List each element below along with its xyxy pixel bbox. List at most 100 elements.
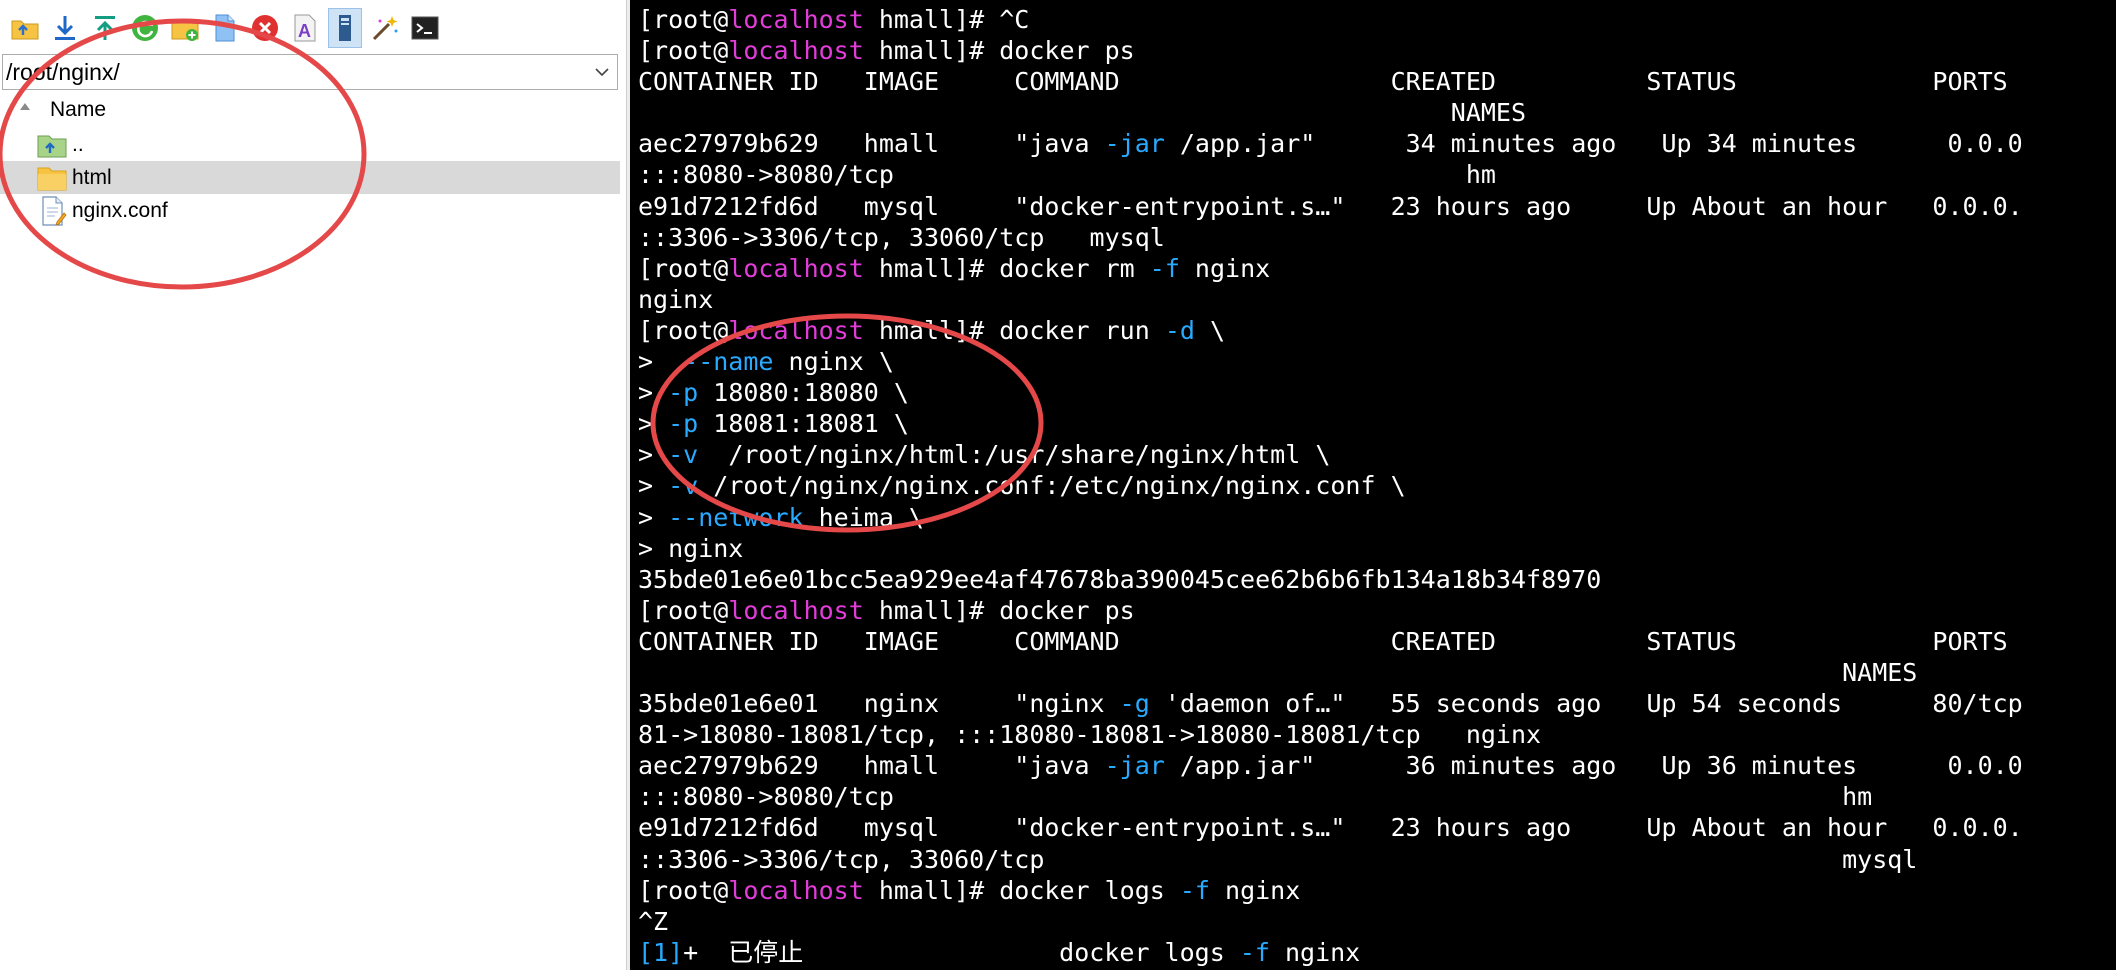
command-option: --network	[668, 502, 804, 532]
terminal-text: >	[638, 378, 669, 408]
refresh-icon	[130, 13, 160, 43]
terminal-line: [root@localhost hmall]# docker ps	[638, 595, 2023, 626]
terminal-window[interactable]: [root@localhost hmall]# ^C [root@localhos…	[630, 0, 2116, 970]
rename-button[interactable]: A	[288, 8, 322, 48]
new-file-icon	[210, 13, 240, 43]
terminal-text: :::8080->8080/tcp hm	[638, 782, 1873, 812]
terminal-text: hmall]# docker ps	[863, 595, 1135, 625]
terminal-text: hmall]# docker run	[863, 315, 1165, 345]
terminal-text: ::3306->3306/tcp, 33060/tcp mysql	[638, 222, 1165, 252]
terminal-text: [root@	[638, 253, 729, 283]
terminal-text: e91d7212fd6d mysql "docker-entrypoint.s……	[638, 191, 2023, 221]
delete-button[interactable]	[248, 8, 282, 48]
file-row[interactable]: nginx.conf	[0, 194, 620, 227]
terminal-line: [root@localhost hmall]# docker logs -f n…	[638, 875, 2023, 906]
path-combobox[interactable]: /root/nginx/	[2, 54, 618, 90]
command-option: -v	[668, 471, 699, 501]
terminal-text: NAMES	[638, 657, 1918, 687]
terminal-line: NAMES	[638, 657, 2023, 688]
terminal-text: 18081:18081 \	[698, 409, 909, 439]
text-file-icon	[36, 196, 68, 226]
terminal-text: 'daemon of…" 55 seconds ago Up 54 second…	[1149, 689, 2023, 719]
terminal-text: \	[1194, 315, 1226, 345]
terminal-text: NAMES	[638, 98, 1527, 128]
download-button[interactable]	[48, 8, 82, 48]
terminal-text: aec27979b629 hmall "java	[638, 751, 1105, 781]
terminal-line: ^Z	[638, 906, 2023, 937]
magic-wand-button[interactable]	[368, 8, 402, 48]
terminal-text: [root@	[638, 36, 729, 66]
terminal-text: 35bde01e6e01 nginx "nginx	[638, 689, 1120, 719]
terminal-line: > nginx	[638, 533, 2023, 564]
new-file-button[interactable]	[208, 8, 242, 48]
terminal-output: [root@localhost hmall]# ^C [root@localhos…	[638, 4, 2023, 968]
terminal-line: :::8080->8080/tcp hm	[638, 781, 2023, 812]
terminal-text: nginx	[1269, 937, 1361, 967]
terminal-text: > nginx	[638, 533, 744, 563]
new-folder-button[interactable]	[168, 8, 202, 48]
terminal-text: >	[638, 471, 669, 501]
terminal-line: :::8080->8080/tcp hm	[638, 159, 2023, 190]
properties-button[interactable]	[328, 8, 362, 48]
folder-up-icon	[10, 13, 40, 43]
terminal-line: [root@localhost hmall]# docker run -d \	[638, 315, 2023, 346]
command-option: -f	[1239, 937, 1270, 967]
prompt-hostname: localhost	[728, 253, 864, 283]
terminal-text: /root/nginx/nginx.conf:/etc/nginx/nginx.…	[698, 471, 1406, 501]
prompt-hostname: localhost	[728, 595, 864, 625]
terminal-line: CONTAINER ID IMAGE COMMAND CREATED STATU…	[638, 626, 2023, 657]
terminal-line: aec27979b629 hmall "java -jar /app.jar" …	[638, 750, 2023, 781]
terminal-text: ::3306->3306/tcp, 33060/tcp mysql	[638, 844, 1918, 874]
file-browser-panel: A /root/nginx/ Name .. html nginx.conf	[0, 0, 626, 970]
file-row[interactable]: ..	[0, 128, 620, 161]
terminal-line: aec27979b629 hmall "java -jar /app.jar" …	[638, 128, 2023, 159]
terminal-line: NAMES	[638, 97, 2023, 128]
terminal-text: >	[638, 502, 669, 532]
terminal-line: [root@localhost hmall]# ^C	[638, 4, 2023, 35]
file-name: html	[72, 165, 112, 189]
command-option: -g	[1119, 689, 1150, 719]
terminal-line: 81->18080-18081/tcp, :::18080-18081->180…	[638, 719, 2023, 750]
terminal-line: > -v /root/nginx/html:/usr/share/nginx/h…	[638, 439, 2023, 470]
terminal-line: nginx	[638, 284, 2023, 315]
terminal-line: ::3306->3306/tcp, 33060/tcp mysql	[638, 222, 2023, 253]
terminal-line: e91d7212fd6d mysql "docker-entrypoint.s……	[638, 191, 2023, 222]
upload-button[interactable]	[88, 8, 122, 48]
terminal-text: [root@	[638, 595, 729, 625]
name-column-header[interactable]: Name	[50, 98, 106, 122]
terminal-line: 35bde01e6e01bcc5ea929ee4af47678ba390045c…	[638, 564, 2023, 595]
sort-ascending-icon	[20, 103, 30, 110]
terminal-text: 35bde01e6e01bcc5ea929ee4af47678ba390045c…	[638, 564, 1602, 594]
terminal-text: e91d7212fd6d mysql "docker-entrypoint.s……	[638, 813, 2023, 843]
terminal-text: hmall]# docker ps	[863, 36, 1135, 66]
refresh-button[interactable]	[128, 8, 162, 48]
terminal-text: ^Z	[638, 906, 669, 936]
path-value[interactable]: /root/nginx/	[3, 59, 587, 86]
terminal-text: CONTAINER ID IMAGE COMMAND CREATED STATU…	[638, 626, 2008, 656]
file-row[interactable]: html	[0, 161, 620, 194]
terminal-text: hmall]# docker logs	[863, 875, 1180, 905]
chevron-down-icon[interactable]	[587, 55, 617, 89]
command-option: -jar	[1104, 129, 1165, 159]
terminal-text: nginx	[638, 284, 714, 314]
terminal-line: [root@localhost hmall]# docker rm -f ngi…	[638, 253, 2023, 284]
prompt-hostname: localhost	[728, 36, 864, 66]
command-option: --name	[683, 347, 774, 377]
terminal-text: [root@	[638, 315, 729, 345]
terminal-text: :::8080->8080/tcp hm	[638, 160, 1496, 190]
terminal-line: > -v /root/nginx/nginx.conf:/etc/nginx/n…	[638, 470, 2023, 501]
terminal-text: aec27979b629 hmall "java	[638, 129, 1105, 159]
rename-icon: A	[290, 13, 320, 43]
new-folder-icon	[170, 13, 200, 43]
file-list-header: Name	[0, 95, 620, 125]
file-toolbar: A	[8, 6, 442, 50]
folder-up-button[interactable]	[8, 8, 42, 48]
terminal-text: >	[638, 440, 669, 470]
command-option: -v	[668, 440, 699, 470]
terminal-icon	[410, 13, 440, 43]
terminal-button[interactable]	[408, 8, 442, 48]
terminal-text: >	[638, 409, 669, 439]
file-list: .. html nginx.conf	[0, 128, 620, 227]
terminal-line: e91d7212fd6d mysql "docker-entrypoint.s……	[638, 812, 2023, 843]
delete-icon	[250, 13, 280, 43]
